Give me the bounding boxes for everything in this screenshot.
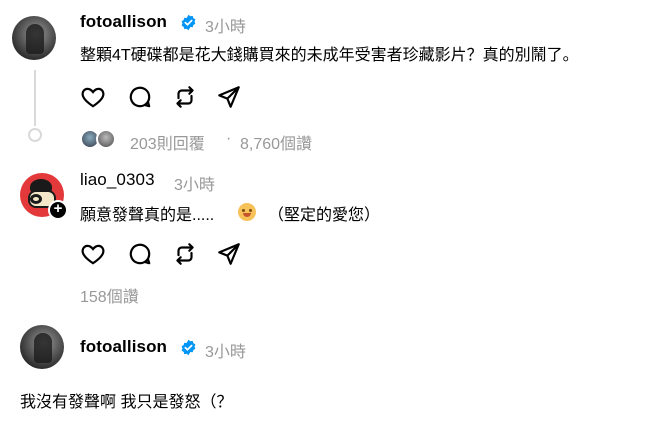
verified-badge-icon bbox=[181, 14, 196, 31]
like-count[interactable]: 158個讚 bbox=[80, 283, 139, 307]
send-icon[interactable] bbox=[216, 84, 242, 110]
post-text: 整顆4T硬碟都是花大錢購買來的未成年受害者珍藏影片？真的別鬧了。 bbox=[80, 47, 579, 64]
post-time[interactable]: 3小時 bbox=[174, 171, 215, 195]
thread-loop bbox=[28, 128, 42, 142]
like-count[interactable]: 8,760個讚 bbox=[240, 130, 312, 154]
thread-line bbox=[34, 70, 36, 126]
reply-avatar bbox=[96, 129, 116, 149]
heart-icon[interactable] bbox=[80, 241, 106, 267]
post-time[interactable]: 3小時 bbox=[205, 13, 246, 37]
post-text-suffix: （堅定的愛您） bbox=[268, 207, 381, 224]
send-icon[interactable] bbox=[216, 241, 242, 267]
reply-count[interactable]: 203則回覆 bbox=[130, 130, 205, 154]
verified-badge-icon bbox=[181, 339, 196, 356]
post-time[interactable]: 3小時 bbox=[205, 338, 246, 362]
avatar-fotoallison[interactable] bbox=[12, 16, 56, 60]
smile-emoji-icon bbox=[238, 203, 256, 221]
username-fotoallison[interactable]: fotoallison bbox=[80, 12, 167, 32]
username-liao_0303[interactable]: liao_0303 bbox=[80, 170, 155, 190]
post-text: 願意發聲真的是..... bbox=[80, 207, 215, 224]
username-fotoallison[interactable]: fotoallison bbox=[80, 337, 167, 357]
comment-bubble-icon[interactable] bbox=[127, 241, 153, 267]
repost-icon[interactable] bbox=[172, 241, 198, 267]
follow-plus-icon[interactable]: + bbox=[48, 200, 68, 220]
post-text: 我沒有發聲啊 我只是發怒（？ bbox=[20, 394, 233, 411]
comment-bubble-icon[interactable] bbox=[127, 84, 153, 110]
heart-icon[interactable] bbox=[80, 84, 106, 110]
meta-separator: · bbox=[226, 130, 232, 147]
avatar-fotoallison[interactable] bbox=[20, 325, 64, 369]
repost-icon[interactable] bbox=[172, 84, 198, 110]
